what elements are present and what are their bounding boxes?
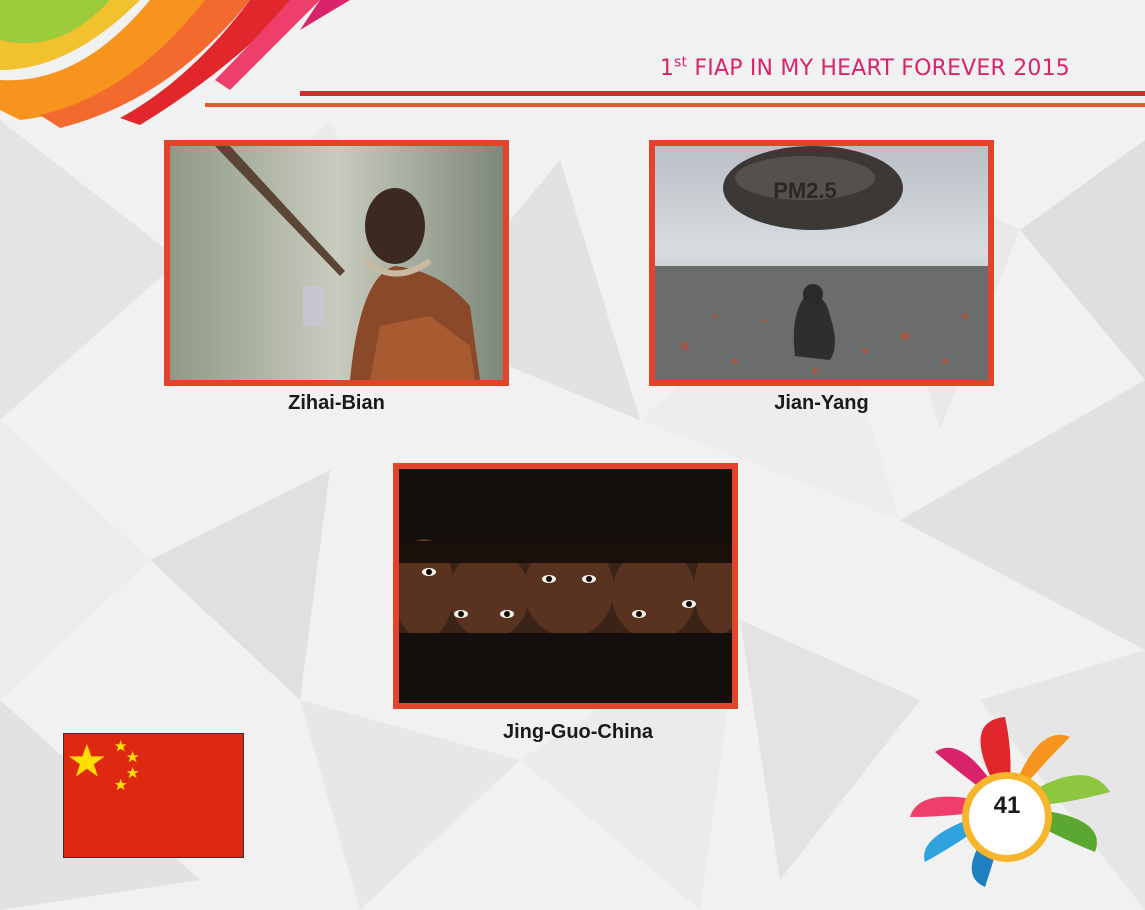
photo-jing-guo-china <box>393 463 738 709</box>
page-header-title: 1st FIAP IN MY HEART FOREVER 2015 <box>659 54 1070 81</box>
photo-caption: Zihai-Bian <box>288 392 385 414</box>
children-eyes-image <box>399 469 732 703</box>
portrait-image <box>170 146 503 380</box>
photo-jian-yang: PM2.5 <box>649 140 994 386</box>
page-number: 41 <box>993 792 1021 819</box>
header-rule-top <box>300 91 1145 96</box>
photo-zihai-bian <box>164 140 509 386</box>
photo-caption: Jian-Yang <box>774 392 869 414</box>
overlay-text: PM2.5 <box>773 178 837 203</box>
photo-caption: Jing-Guo-China <box>503 721 653 743</box>
china-flag <box>63 733 244 858</box>
boulder-image: PM2.5 <box>655 146 988 380</box>
flag-icon <box>64 734 243 857</box>
header-rule-bottom <box>205 103 1145 107</box>
